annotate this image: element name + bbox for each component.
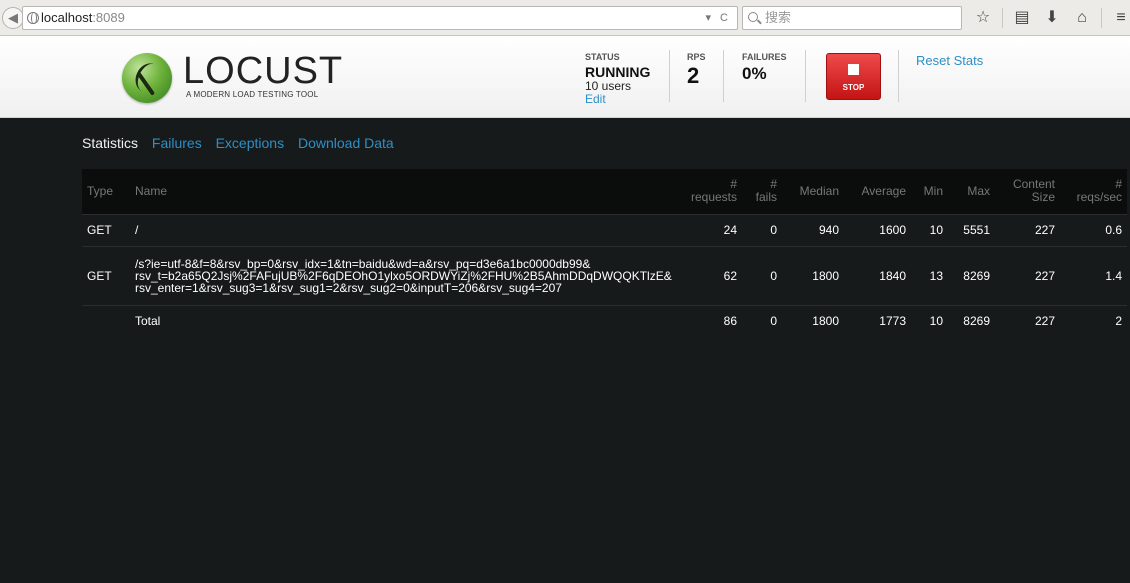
home-icon[interactable]: ⌂ xyxy=(1067,6,1097,30)
col-reqs-sec: # reqs/sec xyxy=(1076,177,1122,205)
cell-fails: 0 xyxy=(742,245,782,305)
browser-toolbar: ◀ localhost:8089 ▾ C 搜索 ☆ ▤ ⬇ ⌂ ≡ xyxy=(0,0,1130,36)
failures-value: 0% xyxy=(742,64,767,83)
url-port: :8089 xyxy=(92,10,125,25)
cell-min: 13 xyxy=(911,245,948,305)
star-icon[interactable]: ☆ xyxy=(968,6,998,30)
status-box: STATUS RUNNING 10 users Edit xyxy=(585,52,650,106)
col-min: Min xyxy=(923,183,943,198)
cell-reqs-sec: 1.4 xyxy=(1060,245,1127,305)
browser-toolbar-icons: ☆ ▤ ⬇ ⌂ ≡ xyxy=(968,6,1130,30)
col-requests: # requests xyxy=(690,177,737,205)
cell-median: 1800 xyxy=(782,304,844,337)
cell-median: 1800 xyxy=(782,245,844,305)
rps-label: RPS xyxy=(687,52,706,62)
cell-min: 10 xyxy=(911,304,948,337)
menu-icon[interactable]: ≡ xyxy=(1106,6,1130,30)
tab-exceptions[interactable]: Exceptions xyxy=(216,135,284,151)
download-icon[interactable]: ⬇ xyxy=(1037,6,1067,30)
stop-icon xyxy=(848,64,859,75)
stop-button[interactable]: STOP xyxy=(826,53,881,100)
tab-statistics[interactable]: Statistics xyxy=(82,135,138,151)
cell-reqs-sec: 2 xyxy=(1060,304,1127,337)
header-divider xyxy=(723,50,724,102)
globe-icon xyxy=(27,12,39,24)
table-row: GET /s?ie=utf-8&f=8&rsv_bp=0&rsv_idx=1&t… xyxy=(82,245,1127,305)
cell-max: 8269 xyxy=(948,304,995,337)
table-row: GET / 24 0 940 1600 10 5551 227 0.6 xyxy=(82,213,1127,246)
statistics-table: Type Name # requests # fails Median Averag… xyxy=(82,169,1127,337)
cell-fails: 0 xyxy=(742,213,782,246)
back-arrow-icon: ◀ xyxy=(8,10,18,25)
col-content-size: Content Size xyxy=(1012,177,1055,205)
col-type: Type xyxy=(87,183,114,198)
url-host: localhost xyxy=(41,10,93,25)
tab-failures[interactable]: Failures xyxy=(152,135,202,151)
main-tabs: Statistics Failures Exceptions Download … xyxy=(82,135,404,151)
failures-label: FAILURES xyxy=(742,52,787,62)
status-value: RUNNING xyxy=(585,64,651,80)
url-bar[interactable]: localhost:8089 ▾ C xyxy=(22,6,738,30)
back-button[interactable]: ◀ xyxy=(2,7,24,29)
col-median: Median xyxy=(799,183,839,198)
locust-header: LOCUST A MODERN LOAD TESTING TOOL STATUS… xyxy=(0,36,1130,118)
cell-content-size: 227 xyxy=(995,245,1060,305)
logo-title: LOCUST xyxy=(183,50,344,92)
stop-label: STOP xyxy=(842,83,865,92)
col-name: Name xyxy=(135,183,168,198)
cell-requests: 62 xyxy=(680,245,742,305)
table-header-row: Type Name # requests # fails Median Averag… xyxy=(82,169,1127,214)
cell-name: /s?ie=utf-8&f=8&rsv_bp=0&rsv_idx=1&tn=ba… xyxy=(130,245,680,305)
toolbar-separator xyxy=(1002,8,1003,28)
cell-max: 8269 xyxy=(948,245,995,305)
col-fails: # fails xyxy=(755,177,777,205)
cell-name: Total xyxy=(130,304,680,337)
search-placeholder: 搜索 xyxy=(765,10,792,25)
rps-box: RPS 2 xyxy=(687,52,706,88)
search-icon xyxy=(748,12,758,22)
header-divider xyxy=(805,50,806,102)
col-average: Average xyxy=(861,183,906,198)
locust-logo-icon xyxy=(122,53,172,103)
reset-stats-link[interactable]: Reset Stats xyxy=(916,53,983,68)
cell-requests: 24 xyxy=(680,213,742,246)
cell-content-size: 227 xyxy=(995,213,1060,246)
cell-fails: 0 xyxy=(742,304,782,337)
cell-type: GET xyxy=(82,245,130,305)
cell-min: 10 xyxy=(911,213,948,246)
cell-average: 1600 xyxy=(844,213,911,246)
toolbar-separator xyxy=(1101,8,1102,28)
rps-value: 2 xyxy=(687,63,700,88)
cell-name: / xyxy=(130,213,680,246)
cell-average: 1773 xyxy=(844,304,911,337)
reload-icon[interactable]: ▾ C xyxy=(705,7,731,29)
cell-content-size: 227 xyxy=(995,304,1060,337)
cell-average: 1840 xyxy=(844,245,911,305)
failures-box: FAILURES 0% xyxy=(742,52,787,84)
search-input[interactable]: 搜索 xyxy=(742,6,962,30)
cell-type: GET xyxy=(82,213,130,246)
edit-link[interactable]: Edit xyxy=(585,93,650,106)
table-total-row: Total 86 0 1800 1773 10 8269 227 2 xyxy=(82,304,1127,337)
bookmarks-icon[interactable]: ▤ xyxy=(1007,6,1037,30)
tab-download-data[interactable]: Download Data xyxy=(298,135,394,151)
logo-tagline: A MODERN LOAD TESTING TOOL xyxy=(186,90,319,99)
cell-max: 5551 xyxy=(948,213,995,246)
header-divider xyxy=(898,50,899,102)
cell-requests: 86 xyxy=(680,304,742,337)
cell-median: 940 xyxy=(782,213,844,246)
cell-reqs-sec: 0.6 xyxy=(1060,213,1127,246)
cell-type xyxy=(82,304,130,337)
status-label: STATUS xyxy=(585,52,620,62)
header-divider xyxy=(669,50,670,102)
col-max: Max xyxy=(967,183,990,198)
